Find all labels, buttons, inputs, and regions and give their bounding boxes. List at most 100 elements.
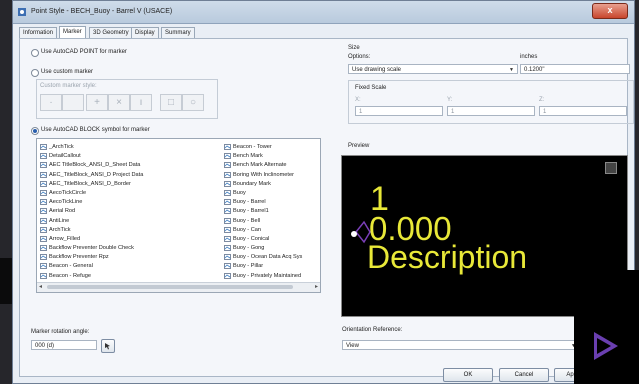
rotation-angle-field[interactable]: 000 (d)	[31, 340, 97, 350]
block-list-item[interactable]: AecoTickCircle	[39, 189, 143, 198]
block-icon	[40, 226, 47, 233]
inches-field[interactable]: 0.1200"	[520, 64, 630, 74]
block-list-item-label: Beacon - Refuge	[49, 272, 91, 279]
block-list-item-label: Buoy - Can	[233, 226, 261, 233]
block-list-item[interactable]: Buoy - Pillar	[223, 262, 302, 271]
custom-marker-group: Custom marker style: · + × ı □ ○	[36, 79, 218, 119]
block-list-item[interactable]: Buoy - Barrel1	[223, 207, 302, 216]
block-list-item[interactable]: Buoy - Bell	[223, 217, 302, 226]
block-list-item[interactable]: Bench Mark Alternate	[223, 161, 302, 170]
scale-x-field[interactable]: 1	[355, 106, 443, 116]
block-list-item[interactable]: Buoy - Conical	[223, 235, 302, 244]
scale-z-label: Z:	[539, 97, 545, 103]
block-list-item[interactable]: AEC_TitleBlock_ANSI_D Project Data	[39, 171, 143, 180]
block-list-item-label: AntiLine	[49, 217, 70, 224]
block-list-item-label: AEC TitleBlock_ANSI_D_Sheet Data	[49, 162, 141, 169]
preview-options-button[interactable]	[605, 162, 617, 174]
radio-autocad-block[interactable]	[31, 127, 39, 135]
block-list-item[interactable]: Beacon - Tower	[223, 143, 302, 152]
inches-value: 0.1200"	[524, 67, 545, 73]
inches-label: inches	[520, 54, 538, 60]
block-icon	[40, 263, 47, 270]
block-icon	[224, 144, 231, 150]
block-list-item[interactable]: Buoy	[223, 189, 302, 198]
close-button[interactable]: x	[592, 3, 628, 19]
block-list-item[interactable]: Buoy - Ocean Data Acq Sys	[223, 253, 302, 262]
block-icon	[224, 199, 231, 206]
scroll-right-icon[interactable]: ▸	[315, 283, 318, 292]
block-icon	[224, 180, 231, 187]
block-list-item[interactable]: DetailCallout	[39, 152, 143, 161]
block-list-item[interactable]: Backflow Preventer Rpz	[39, 253, 143, 262]
scale-y-value: 1	[451, 109, 455, 115]
fixed-scale-group: Fixed Scale X: 1 Y: 1 Z: 1	[348, 80, 634, 124]
size-options-value: Use drawing scale	[352, 67, 402, 73]
orientation-reference-value: View	[346, 343, 359, 349]
block-icon	[40, 199, 47, 206]
radio-autocad-point[interactable]	[31, 49, 39, 57]
scale-z-field[interactable]: 1	[539, 106, 627, 116]
block-list-item[interactable]: Boundary Mark	[223, 180, 302, 189]
block-list-item[interactable]: Arrow_Filled	[39, 235, 143, 244]
title-bar[interactable]: Point Style - BECH_Buoy - Barrel V (USAC…	[13, 1, 634, 24]
size-options-dropdown[interactable]: Use drawing scale ▼	[348, 64, 518, 74]
block-list-item-label: Aerial Rod	[49, 208, 76, 215]
block-list-item[interactable]: Beacon - General	[39, 262, 143, 271]
label-autocad-block: Use AutoCAD BLOCK symbol for marker	[41, 127, 150, 133]
marker-plus-button[interactable]: +	[86, 94, 108, 111]
marker-circle-button[interactable]: ○	[182, 94, 204, 111]
block-icon	[224, 162, 231, 169]
preview-description: Description	[367, 239, 528, 275]
block-icon	[224, 263, 231, 270]
block-list-item[interactable]: _ArchTick	[39, 143, 143, 152]
block-list-item-label: Boundary Mark	[233, 180, 271, 187]
rotation-angle-label: Marker rotation angle:	[31, 329, 90, 335]
block-icon	[224, 217, 231, 224]
block-list-item[interactable]: Beacon - Refuge	[39, 272, 143, 281]
block-list-item[interactable]: AEC_TitleBlock_ANSI_D_Border	[39, 180, 143, 189]
ok-button[interactable]: OK	[443, 368, 493, 382]
marker-x-button[interactable]: ×	[108, 94, 130, 111]
block-icon	[40, 217, 47, 224]
horizontal-scrollbar[interactable]: ◂ ▸	[37, 282, 320, 292]
marker-none-button[interactable]	[62, 94, 84, 111]
scroll-left-icon[interactable]: ◂	[39, 283, 42, 292]
pick-rotation-button[interactable]	[101, 339, 115, 353]
scroll-thumb[interactable]	[47, 285, 293, 289]
block-list-item-label: Beacon - Tower	[233, 144, 272, 150]
marker-square-button[interactable]: □	[160, 94, 182, 111]
radio-custom-marker[interactable]	[31, 69, 39, 77]
block-list-item-label: Buoy - Barrel1	[233, 208, 269, 215]
marker-tick-button[interactable]: ı	[130, 94, 152, 111]
block-list-item[interactable]: Buoy - Privately Maintained	[223, 272, 302, 281]
block-list-item[interactable]: AecoTickLine	[39, 198, 143, 207]
block-list-item[interactable]: AntiLine	[39, 217, 143, 226]
cancel-button[interactable]: Cancel	[499, 368, 549, 382]
block-list-item-label: Buoy - Barrel	[233, 199, 266, 206]
block-list-column-1: _ArchTick DetailCallout AEC TitleBlock_ANS…	[39, 143, 143, 281]
label-autocad-point: Use AutoCAD POINT for marker	[41, 49, 127, 55]
block-list-item[interactable]: Backflow Preventer Double Check	[39, 244, 143, 253]
marker-dot-button[interactable]: ·	[40, 94, 62, 111]
block-list-item[interactable]: ArchTick	[39, 226, 143, 235]
block-list-item-label: Buoy - Ocean Data Acq Sys	[233, 254, 303, 261]
orientation-reference-dropdown[interactable]: View ▼	[342, 340, 580, 350]
block-icon	[40, 144, 47, 150]
rotation-angle-value: 000 (d)	[35, 343, 55, 349]
block-list-item[interactable]: Buoy - Can	[223, 226, 302, 235]
block-icon	[40, 190, 47, 196]
block-list-item[interactable]: AEC TitleBlock_ANSI_D_Sheet Data	[39, 161, 143, 170]
block-list-column-2: Beacon - Tower Bench Mark Bench Mark Alter…	[223, 143, 302, 281]
block-list-item-label: Buoy - Pillar	[233, 263, 264, 270]
scale-y-field[interactable]: 1	[447, 106, 535, 116]
size-group-label: Size	[348, 45, 360, 51]
block-list-item[interactable]: Buoy - Barrel	[223, 198, 302, 207]
block-list-item[interactable]: Bench Mark	[223, 152, 302, 161]
block-list-item[interactable]: Aerial Rod	[39, 207, 143, 216]
block-icon	[224, 153, 231, 160]
block-list-item[interactable]: Boring With Inclinometer	[223, 171, 302, 180]
block-list-item-label: DetailCallout	[49, 153, 81, 160]
block-symbol-list[interactable]: _ArchTick DetailCallout AEC TitleBlock_ANS…	[36, 138, 321, 293]
block-list-item[interactable]: Buoy - Gong	[223, 244, 302, 253]
size-options-label: Options:	[348, 54, 371, 60]
